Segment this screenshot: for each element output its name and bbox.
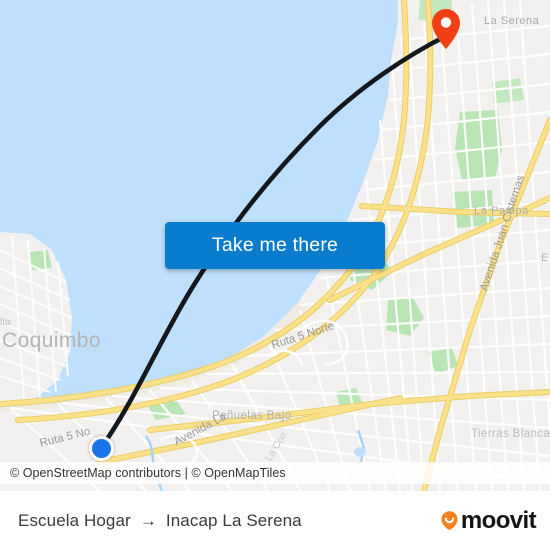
route-destination-label: Inacap La Serena	[165, 510, 302, 530]
route-summary: Escuela Hogar → Inacap La Serena	[18, 511, 302, 531]
moovit-pin-smile-icon	[439, 510, 460, 531]
take-me-there-button[interactable]: Take me there	[165, 222, 385, 269]
map-canvas[interactable]: Coquimbo lta La Serena La Pampa Peñuelas…	[0, 0, 550, 491]
map-attribution[interactable]: © OpenStreetMap contributors | © OpenMap…	[0, 462, 550, 484]
origin-location-dot[interactable]	[89, 436, 114, 461]
destination-marker-icon[interactable]	[431, 8, 461, 50]
moovit-route-map-screen: Coquimbo lta La Serena La Pampa Peñuelas…	[0, 0, 550, 550]
route-origin-label: Escuela Hogar	[18, 510, 131, 530]
route-footer-bar: Escuela Hogar → Inacap La Serena moovit	[0, 491, 550, 550]
moovit-wordmark: moovit	[460, 506, 537, 534]
route-arrow-icon: →	[139, 510, 157, 530]
moovit-brand[interactable]: moovit	[439, 506, 537, 535]
